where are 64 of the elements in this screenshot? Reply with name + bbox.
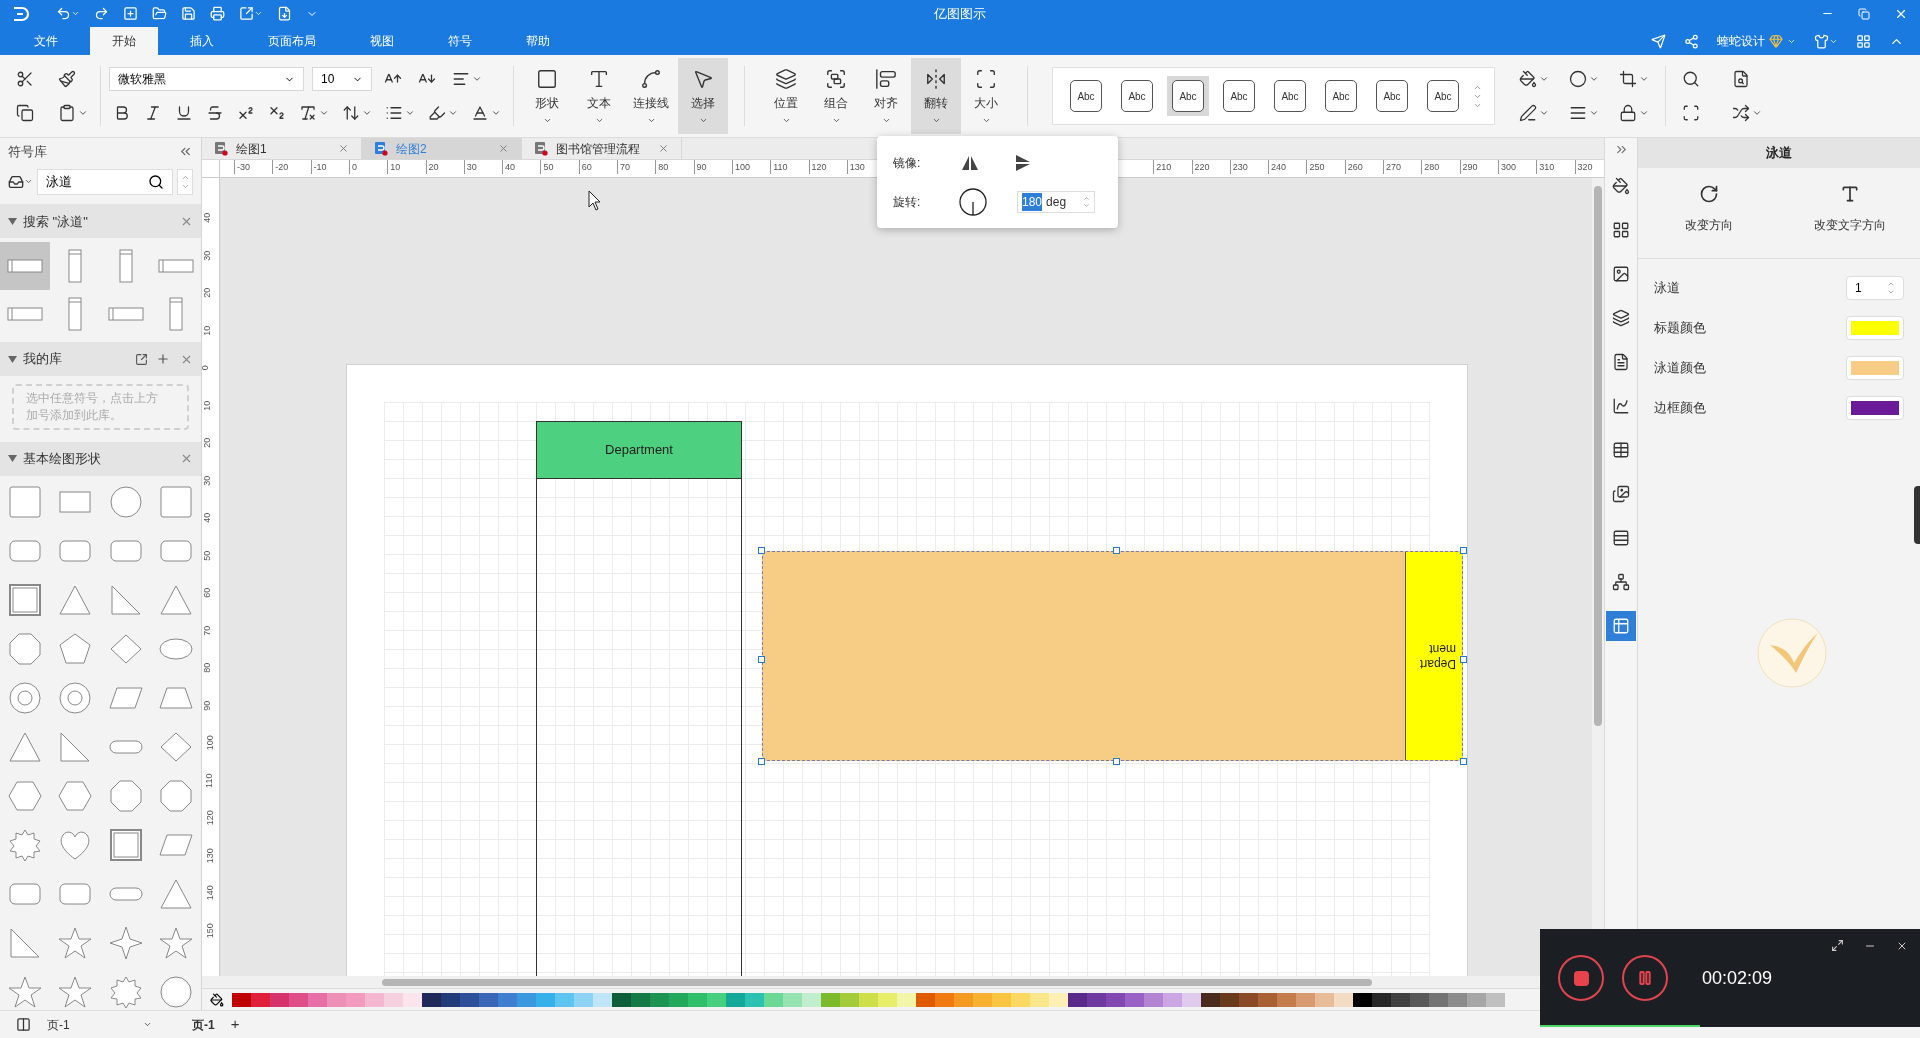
lane-header: Department bbox=[537, 422, 741, 479]
ruler-label: 40 bbox=[202, 212, 214, 223]
ruler-label: 60 bbox=[202, 587, 214, 598]
ruler-label: 50 bbox=[202, 550, 214, 561]
ruler-label: 20 bbox=[202, 287, 214, 298]
ruler-label: -30 bbox=[234, 160, 250, 174]
ruler-label: 100 bbox=[203, 735, 216, 751]
ruler-label: 250 bbox=[1306, 160, 1325, 174]
ruler-label: 90 bbox=[202, 700, 214, 711]
ruler-label: 290 bbox=[1459, 160, 1478, 174]
mirror-label: 镜像: bbox=[893, 154, 922, 172]
ruler-label: 230 bbox=[1229, 160, 1248, 174]
ruler-label: 60 bbox=[578, 160, 592, 174]
property-label: 标题颜色 bbox=[1654, 319, 1706, 338]
recording-time: 00:02:09 bbox=[1702, 966, 1773, 990]
property-label: 泳道颜色 bbox=[1654, 359, 1706, 378]
ruler-label: -10 bbox=[310, 160, 327, 174]
ruler-label: 130 bbox=[203, 847, 216, 863]
ruler-label: -20 bbox=[272, 160, 289, 174]
ruler-label: 40 bbox=[502, 160, 516, 174]
ruler-label: 270 bbox=[1383, 160, 1402, 174]
ruler-label: 280 bbox=[1421, 160, 1440, 174]
lane-title: Department bbox=[1418, 641, 1456, 671]
ruler-label: 30 bbox=[463, 160, 477, 174]
section-title: 基本绘图形状 bbox=[23, 449, 102, 468]
ruler-label: 320 bbox=[1574, 160, 1593, 174]
ruler-label: 130 bbox=[846, 160, 865, 174]
ruler-label: 10 bbox=[387, 160, 401, 174]
ruler-label: 240 bbox=[1268, 160, 1287, 174]
ruler-label: 100 bbox=[731, 160, 750, 174]
ruler-label: 70 bbox=[617, 160, 630, 174]
ruler-label: 120 bbox=[808, 160, 827, 174]
ruler-label: 0 bbox=[202, 365, 211, 371]
ruler-label: 220 bbox=[1191, 160, 1210, 174]
ruler-label: 30 bbox=[202, 250, 214, 261]
ruler-label: 30 bbox=[202, 475, 214, 486]
ruler-label: 300 bbox=[1497, 160, 1516, 174]
ruler-label: 20 bbox=[202, 437, 214, 448]
ruler-label: 40 bbox=[202, 512, 214, 523]
section-title: 搜索 "泳道" bbox=[23, 212, 89, 231]
panel-title: 符号库 bbox=[8, 142, 47, 161]
ruler-label: 150 bbox=[203, 922, 216, 938]
ruler-label: 20 bbox=[425, 160, 439, 174]
property-label: 边框颜色 bbox=[1654, 399, 1706, 418]
ruler-label: 140 bbox=[203, 885, 216, 901]
ruler-label: 90 bbox=[693, 160, 707, 174]
ruler-label: 210 bbox=[1153, 160, 1172, 174]
rotate-label: 旋转: bbox=[893, 193, 922, 211]
panel-title: 泳道 bbox=[1638, 138, 1920, 168]
ruler-label: 110 bbox=[770, 160, 788, 174]
ruler-label: 10 bbox=[202, 325, 214, 336]
ruler-label: 80 bbox=[655, 160, 669, 174]
ruler-label: 70 bbox=[202, 625, 214, 636]
ruler-label: 110 bbox=[203, 773, 216, 788]
ruler-label: 10 bbox=[202, 400, 214, 411]
ruler-label: 0 bbox=[348, 160, 357, 174]
ruler-label: 260 bbox=[1344, 160, 1363, 174]
ruler-label: 120 bbox=[203, 810, 216, 826]
ruler-label: 50 bbox=[540, 160, 554, 174]
ruler-label: 80 bbox=[202, 662, 214, 673]
window-title: 亿图图示 bbox=[934, 4, 986, 23]
section-title: 我的库 bbox=[23, 350, 63, 369]
ruler-label: 310 bbox=[1536, 160, 1555, 174]
property-label: 泳道 bbox=[1654, 279, 1680, 298]
